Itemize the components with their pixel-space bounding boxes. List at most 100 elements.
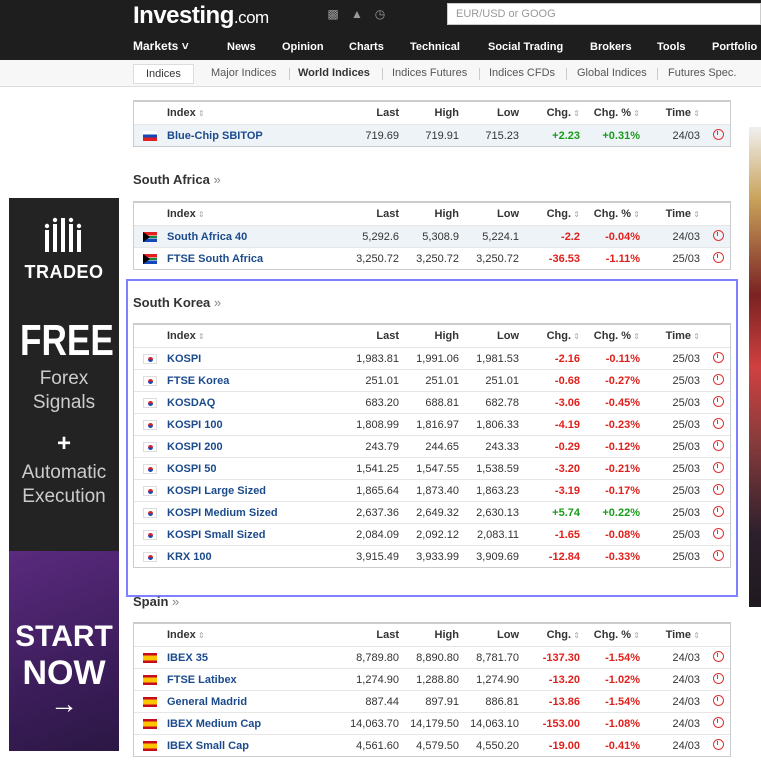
slovenia-flag-icon xyxy=(143,131,157,141)
change-value: -13.20 xyxy=(548,674,580,686)
nav-social-trading[interactable]: Social Trading xyxy=(488,41,563,53)
index-name-link[interactable]: IBEX 35 xyxy=(167,652,208,664)
nav-news[interactable]: News xyxy=(227,41,256,53)
subnav-major-indices[interactable]: Major Indices xyxy=(211,67,276,79)
column-header-label: Chg. xyxy=(546,107,572,119)
subnav-indices-futures[interactable]: Indices Futures xyxy=(392,67,467,79)
arrow-right-icon: → xyxy=(50,688,78,719)
subnav-separator xyxy=(382,68,383,80)
column-header-high[interactable]: High xyxy=(435,107,459,119)
column-header-chg[interactable]: Chg. ⇕ xyxy=(547,107,580,119)
column-header-low[interactable]: Low xyxy=(497,208,519,220)
column-header-chg[interactable]: Chg. ⇕ xyxy=(547,629,580,641)
site-logo[interactable]: Investing.com xyxy=(133,2,269,30)
column-header-last[interactable]: Last xyxy=(376,107,399,119)
column-header-label: High xyxy=(434,107,459,119)
column-header-index[interactable]: Index ⇕ xyxy=(167,208,205,220)
time-value: 25/03 xyxy=(672,253,700,265)
index-name-link[interactable]: IBEX Small Cap xyxy=(167,740,249,752)
column-header-chg-pct[interactable]: Chg. % ⇕ xyxy=(594,208,640,220)
right-ad-strip[interactable] xyxy=(749,127,761,607)
indices-table-slovenia: Index ⇕ Last High Low Chg. ⇕ Chg. % ⇕ Time ⇕ Bl… xyxy=(133,100,731,147)
spain-flag-icon xyxy=(143,741,157,751)
section-title-spain[interactable]: Spain » xyxy=(133,594,179,609)
sort-icon: ⇕ xyxy=(691,631,700,640)
column-header-time[interactable]: Time ⇕ xyxy=(666,107,700,119)
subnav-futures-spec[interactable]: Futures Spec. xyxy=(668,67,736,79)
column-header-label: Chg. % xyxy=(593,208,632,220)
sub-nav: Indices Major Indices World Indices Indi… xyxy=(0,60,761,87)
nav-portfolio[interactable]: Portfolio xyxy=(712,41,757,53)
high-value: 5,308.9 xyxy=(422,231,459,243)
nav-brokers[interactable]: Brokers xyxy=(590,41,632,53)
clock-icon[interactable]: ◷ xyxy=(373,7,387,21)
time-value: 24/03 xyxy=(672,718,700,730)
index-name-link[interactable]: FTSE Latibex xyxy=(167,674,237,686)
table-row: South Africa 40 5,292.6 5,308.9 5,224.1 -2.2… xyxy=(134,225,730,247)
column-header-index[interactable]: Index ⇕ xyxy=(167,629,205,641)
nav-markets[interactable]: Markets ˅ xyxy=(133,39,189,53)
column-header-low[interactable]: Low xyxy=(497,629,519,641)
clock-icon xyxy=(713,651,724,662)
index-name-link[interactable]: Blue-Chip SBITOP xyxy=(167,130,263,142)
column-header-label: Low xyxy=(497,107,519,119)
clock-icon xyxy=(713,129,724,140)
column-header-chg-pct[interactable]: Chg. % ⇕ xyxy=(594,629,640,641)
index-name-link[interactable]: IBEX Medium Cap xyxy=(167,718,261,730)
subnav-indices-cfds[interactable]: Indices CFDs xyxy=(489,67,555,79)
ad-execution: Execution xyxy=(22,486,106,507)
briefcase-icon[interactable]: ▩ xyxy=(326,7,340,21)
spain-flag-icon xyxy=(143,653,157,663)
nav-opinion[interactable]: Opinion xyxy=(282,41,324,53)
bell-icon[interactable]: ▲ xyxy=(350,7,364,21)
last-value: 3,250.72 xyxy=(356,253,399,265)
table-header-row: Index ⇕ Last High Low Chg. ⇕ Chg. % ⇕ Time ⇕ xyxy=(134,102,730,124)
subnav-indices[interactable]: Indices xyxy=(133,64,194,84)
column-header-chg[interactable]: Chg. ⇕ xyxy=(547,208,580,220)
column-header-label: High xyxy=(434,629,459,641)
clock-icon xyxy=(713,252,724,263)
last-value: 1,274.90 xyxy=(356,674,399,686)
low-value: 886.81 xyxy=(485,696,519,708)
logo-suffix: .com xyxy=(233,8,269,27)
tradeo-ad-banner[interactable]: TRADEO FREE Forex Signals + Automatic Ex… xyxy=(9,198,119,751)
index-name-link[interactable]: FTSE South Africa xyxy=(167,253,263,265)
table-row: IBEX 35 8,789.80 8,890.80 8,781.70 -137.30 -1… xyxy=(134,646,730,668)
change-percent-value: -0.41% xyxy=(605,740,640,752)
column-header-high[interactable]: High xyxy=(435,208,459,220)
section-title-south-africa[interactable]: South Africa » xyxy=(133,172,221,187)
last-value: 14,063.70 xyxy=(350,718,399,730)
nav-charts[interactable]: Charts xyxy=(349,41,384,53)
search-input[interactable]: EUR/USD or GOOG xyxy=(447,3,761,25)
subnav-world-indices[interactable]: World Indices xyxy=(298,67,370,79)
column-header-label: Time xyxy=(665,107,692,119)
table-row: FTSE South Africa 3,250.72 3,250.72 3,250.7… xyxy=(134,247,730,269)
column-header-last[interactable]: Last xyxy=(376,208,399,220)
column-header-label: Index xyxy=(167,629,196,641)
table-header-row: Index ⇕ Last High Low Chg. ⇕ Chg. % ⇕ Time ⇕ xyxy=(134,624,730,646)
index-name-link[interactable]: South Africa 40 xyxy=(167,231,247,243)
sort-icon: ⇕ xyxy=(195,631,205,640)
column-header-label: Index xyxy=(167,208,196,220)
nav-tools[interactable]: Tools xyxy=(657,41,686,53)
column-header-high[interactable]: High xyxy=(435,629,459,641)
subnav-global-indices[interactable]: Global Indices xyxy=(577,67,647,79)
index-name-link[interactable]: General Madrid xyxy=(167,696,247,708)
column-header-time[interactable]: Time ⇕ xyxy=(666,629,700,641)
column-header-label: Last xyxy=(376,629,399,641)
ad-forex: Forex xyxy=(39,368,89,389)
column-header-chg-pct[interactable]: Chg. % ⇕ xyxy=(594,107,640,119)
nav-technical[interactable]: Technical xyxy=(410,41,460,53)
sort-icon: ⇕ xyxy=(631,109,640,118)
subnav-separator xyxy=(657,68,658,80)
last-value: 8,789.80 xyxy=(356,652,399,664)
column-header-index[interactable]: Index ⇕ xyxy=(167,107,205,119)
time-value: 24/03 xyxy=(672,231,700,243)
column-header-last[interactable]: Last xyxy=(376,629,399,641)
sort-icon: ⇕ xyxy=(691,109,700,118)
change-value: +2.23 xyxy=(552,130,580,142)
column-header-low[interactable]: Low xyxy=(497,107,519,119)
column-header-time[interactable]: Time ⇕ xyxy=(666,208,700,220)
last-value: 4,561.60 xyxy=(356,740,399,752)
clock-icon xyxy=(713,695,724,706)
